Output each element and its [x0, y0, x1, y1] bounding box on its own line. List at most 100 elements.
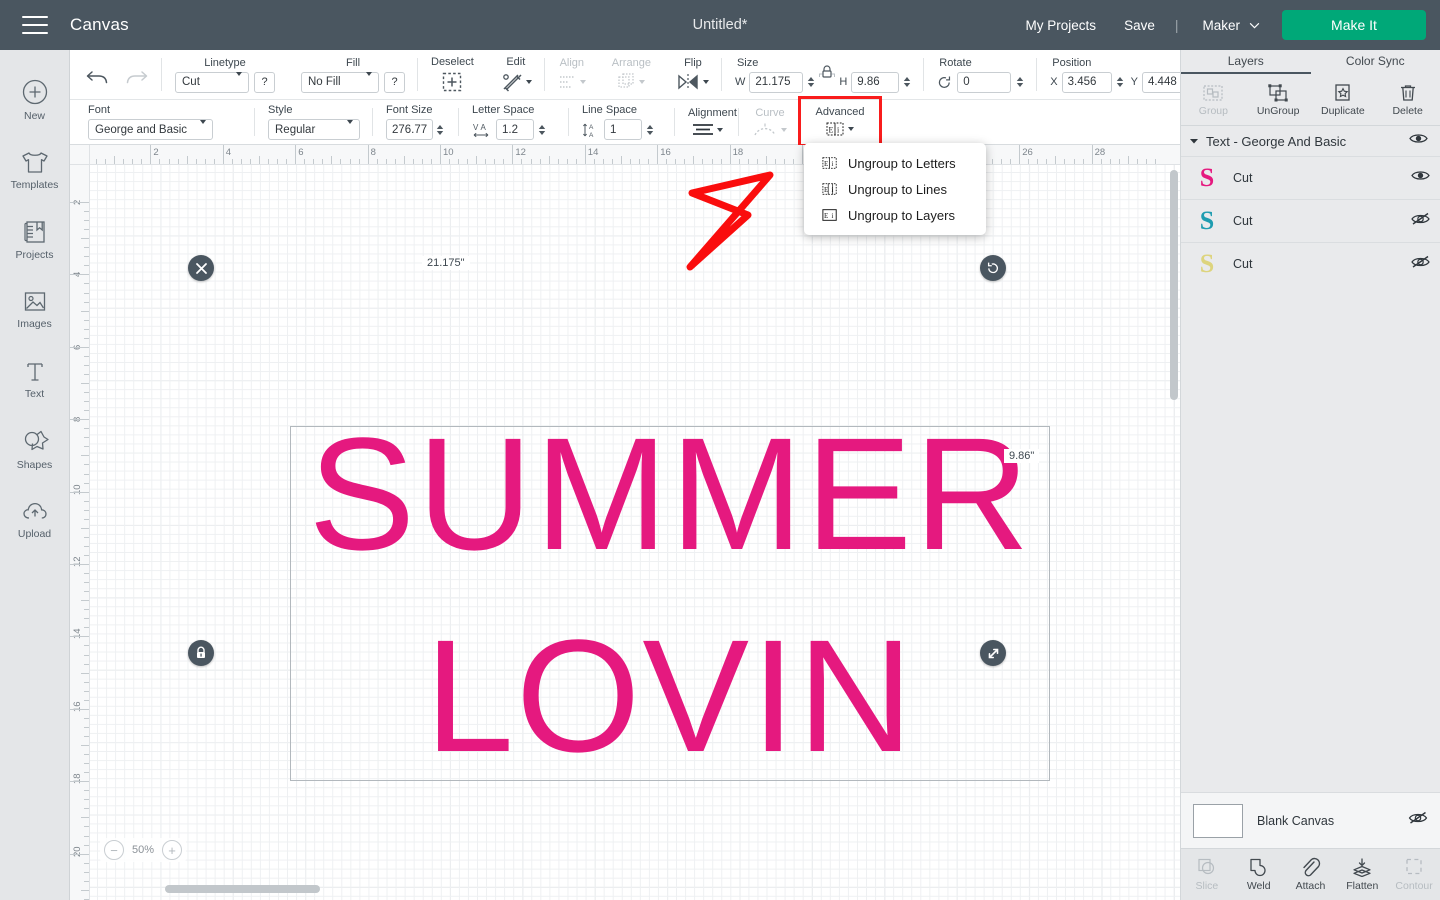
rail-item-shapes[interactable]: Shapes: [0, 414, 70, 484]
arrange-button[interactable]: [617, 72, 646, 92]
layer-group-header[interactable]: Text - George And Basic: [1181, 126, 1440, 156]
blank-canvas-visibility-toggle[interactable]: [1408, 811, 1428, 830]
zoom-control[interactable]: − 50% +: [100, 838, 186, 862]
align-button[interactable]: [558, 72, 586, 92]
rail-item-templates[interactable]: Templates: [0, 134, 70, 204]
size-width-input[interactable]: 21.175: [749, 71, 804, 93]
ruler-minor-tick: [195, 159, 197, 164]
menu-item-ungroup-to-lines[interactable]: E i Ungroup to Lines: [804, 176, 986, 202]
rail-label-projects: Projects: [15, 248, 54, 261]
selection-bounding-box[interactable]: [290, 426, 1050, 781]
ruler-minor-tick: [84, 319, 89, 321]
rotate-input[interactable]: 0: [957, 71, 1012, 93]
rail-item-new[interactable]: New: [0, 64, 70, 134]
machine-selector[interactable]: Maker: [1184, 18, 1272, 33]
ruler-minor-tick: [84, 401, 89, 403]
ruler-tick-label: 8: [370, 147, 376, 158]
line-space-input[interactable]: 1: [604, 119, 642, 140]
fill-help-button[interactable]: ?: [384, 71, 405, 93]
duplicate-button[interactable]: Duplicate: [1311, 74, 1376, 125]
layer-visibility-toggle[interactable]: [1411, 169, 1430, 187]
ruler-minor-tick: [304, 159, 306, 164]
undo-icon[interactable]: [86, 67, 110, 87]
ruler-minor-tick: [693, 156, 695, 164]
rotate-handle[interactable]: [980, 255, 1006, 281]
rail-item-text[interactable]: Text: [0, 344, 70, 414]
flip-button[interactable]: [677, 72, 709, 92]
ungroup-button[interactable]: UnGroup: [1246, 74, 1311, 125]
rail-item-projects[interactable]: Projects: [0, 204, 70, 274]
table-row[interactable]: S Cut: [1181, 242, 1440, 285]
size-height-input[interactable]: 9.86: [851, 71, 900, 93]
rail-item-images[interactable]: Images: [0, 274, 70, 344]
font-size-stepper[interactable]: [436, 124, 444, 136]
linetype-select[interactable]: Cut: [175, 71, 249, 93]
delete-handle[interactable]: [188, 255, 214, 281]
table-row[interactable]: S Cut: [1181, 199, 1440, 242]
zoom-out-button[interactable]: −: [104, 840, 124, 860]
fill-select[interactable]: No Fill: [301, 71, 379, 93]
letter-space-stepper[interactable]: [538, 124, 546, 136]
blank-canvas-row[interactable]: Blank Canvas: [1181, 792, 1440, 848]
zoom-in-button[interactable]: +: [162, 840, 182, 860]
horizontal-scrollbar-thumb[interactable]: [165, 885, 320, 893]
ruler-minor-tick: [84, 554, 89, 556]
ruler-minor-tick: [84, 428, 89, 430]
my-projects-link[interactable]: My Projects: [1012, 18, 1111, 33]
vertical-scrollbar[interactable]: [1170, 170, 1178, 890]
style-select[interactable]: Regular: [268, 119, 360, 140]
letter-space-input[interactable]: 1.2: [496, 119, 534, 140]
advanced-button[interactable]: E i: [826, 121, 854, 137]
make-it-button[interactable]: Make It: [1282, 10, 1426, 40]
advanced-dropdown-menu[interactable]: E i Ungroup to Letters E i Ungroup to Li…: [804, 143, 986, 235]
blank-canvas-swatch[interactable]: [1193, 803, 1243, 838]
linetype-help-button[interactable]: ?: [254, 71, 275, 93]
ruler-minor-tick: [81, 600, 89, 602]
menu-item-ungroup-to-layers[interactable]: E i Ungroup to Layers: [804, 202, 986, 228]
table-row[interactable]: S Cut: [1181, 156, 1440, 199]
hamburger-icon[interactable]: [22, 16, 48, 34]
font-size-group: Font Size 276.77: [373, 100, 459, 144]
lock-handle[interactable]: [188, 640, 214, 666]
chevron-down-icon: [356, 72, 372, 88]
contour-button[interactable]: Contour: [1388, 849, 1440, 900]
size-width-stepper[interactable]: [807, 76, 815, 88]
rail-item-upload[interactable]: Upload: [0, 484, 70, 554]
attach-button[interactable]: Attach: [1285, 849, 1337, 900]
layer-visibility-toggle[interactable]: [1411, 212, 1430, 231]
slice-button[interactable]: Slice: [1181, 849, 1233, 900]
ruler-minor-tick: [84, 265, 89, 267]
save-button[interactable]: Save: [1110, 18, 1169, 33]
advanced-group[interactable]: Advanced E i: [798, 96, 882, 147]
tab-color-sync[interactable]: Color Sync: [1311, 50, 1440, 74]
ruler-minor-tick: [81, 310, 89, 312]
rotate-stepper[interactable]: [1016, 76, 1024, 88]
ruler-minor-tick: [340, 159, 342, 164]
resize-handle[interactable]: [980, 640, 1006, 666]
ruler-minor-tick: [84, 880, 89, 882]
weld-button[interactable]: Weld: [1233, 849, 1285, 900]
canvas-area[interactable]: SUMMER LOVIN 21.175" 9.86" 2 4 6 8 10 12…: [70, 145, 1180, 900]
edit-button[interactable]: [500, 71, 532, 93]
position-x-input[interactable]: 3.456: [1061, 71, 1112, 93]
curve-button[interactable]: [753, 122, 787, 138]
redo-icon[interactable]: [124, 67, 148, 87]
size-height-stepper[interactable]: [903, 76, 911, 88]
position-x-stepper[interactable]: [1116, 76, 1124, 88]
flatten-button[interactable]: Flatten: [1336, 849, 1388, 900]
group-button[interactable]: Group: [1181, 74, 1246, 125]
delete-button[interactable]: Delete: [1375, 74, 1440, 125]
menu-item-ungroup-to-letters[interactable]: E i Ungroup to Letters: [804, 150, 986, 176]
tab-layers[interactable]: Layers: [1181, 50, 1311, 74]
line-space-stepper[interactable]: [646, 124, 654, 136]
alignment-button[interactable]: [691, 122, 723, 138]
chevron-down-icon[interactable]: [1189, 137, 1199, 145]
font-size-input[interactable]: 276.77: [386, 119, 433, 140]
vertical-scrollbar-thumb[interactable]: [1170, 170, 1178, 400]
group-visibility-toggle[interactable]: [1409, 132, 1428, 150]
deselect-icon[interactable]: [440, 71, 464, 93]
font-select[interactable]: George and Basic: [88, 119, 213, 140]
lock-icon[interactable]: [819, 63, 836, 85]
layer-visibility-toggle[interactable]: [1411, 255, 1430, 274]
horizontal-scrollbar[interactable]: [165, 885, 1180, 893]
